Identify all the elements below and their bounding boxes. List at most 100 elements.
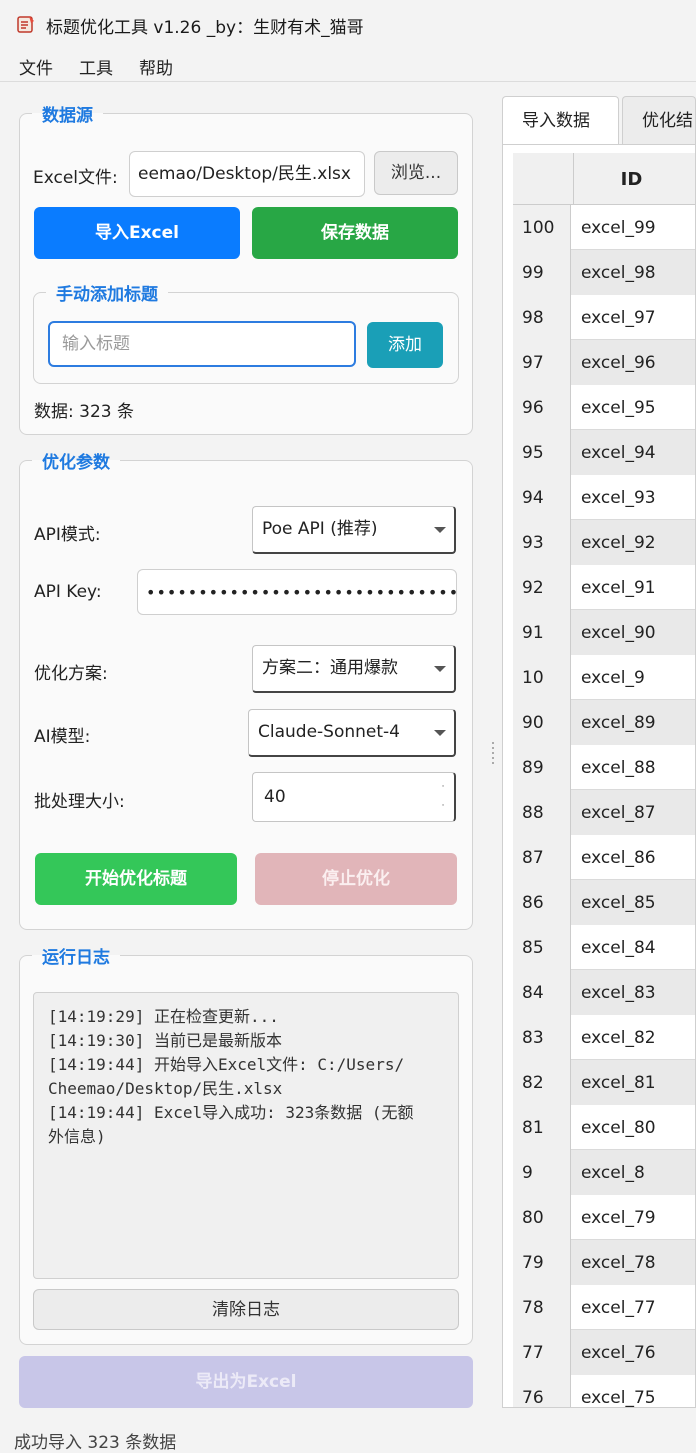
row-number[interactable]: 92 <box>513 565 571 610</box>
row-number[interactable]: 95 <box>513 430 571 475</box>
row-number[interactable]: 10 <box>513 655 571 700</box>
table-row[interactable]: 83 excel_82 <box>513 1015 695 1060</box>
id-cell[interactable]: excel_92 <box>571 520 695 565</box>
row-number[interactable]: 83 <box>513 1015 571 1060</box>
table-row[interactable]: 85 excel_84 <box>513 925 695 970</box>
id-cell[interactable]: excel_8 <box>571 1150 695 1195</box>
title-input[interactable]: 输入标题 <box>48 321 356 367</box>
table-row[interactable]: 84 excel_83 <box>513 970 695 1015</box>
id-cell[interactable]: excel_9 <box>571 655 695 700</box>
api-key-field[interactable]: •••••••••••••••••••••••••••••• <box>137 569 457 615</box>
table-row[interactable]: 97 excel_96 <box>513 340 695 385</box>
row-number[interactable]: 79 <box>513 1240 571 1285</box>
table-row[interactable]: 87 excel_86 <box>513 835 695 880</box>
spin-up-icon[interactable]: · <box>438 782 448 792</box>
start-optimize-button[interactable]: 开始优化标题 <box>35 853 237 905</box>
table-row[interactable]: 95 excel_94 <box>513 430 695 475</box>
row-number[interactable]: 81 <box>513 1105 571 1150</box>
table-row[interactable]: 80 excel_79 <box>513 1195 695 1240</box>
id-cell[interactable]: excel_89 <box>571 700 695 745</box>
id-cell[interactable]: excel_75 <box>571 1375 695 1407</box>
table-row[interactable]: 99 excel_98 <box>513 250 695 295</box>
table-row[interactable]: 100 excel_99 <box>513 205 695 250</box>
row-number[interactable]: 96 <box>513 385 571 430</box>
id-cell[interactable]: excel_91 <box>571 565 695 610</box>
log-output[interactable]: [14:19:29] 正在检查更新... [14:19:30] 当前已是最新版本… <box>33 992 459 1279</box>
row-number[interactable]: 100 <box>513 205 571 250</box>
id-cell[interactable]: excel_82 <box>571 1015 695 1060</box>
table-row[interactable]: 90 excel_89 <box>513 700 695 745</box>
id-cell[interactable]: excel_88 <box>571 745 695 790</box>
export-excel-button[interactable]: 导出为Excel <box>19 1356 473 1408</box>
id-cell[interactable]: excel_97 <box>571 295 695 340</box>
id-cell[interactable]: excel_94 <box>571 430 695 475</box>
row-number[interactable]: 91 <box>513 610 571 655</box>
id-cell[interactable]: excel_95 <box>571 385 695 430</box>
id-cell[interactable]: excel_96 <box>571 340 695 385</box>
splitter-handle[interactable] <box>492 742 496 767</box>
table-row[interactable]: 92 excel_91 <box>513 565 695 610</box>
spin-down-icon[interactable]: · <box>438 801 448 811</box>
add-title-button[interactable]: 添加 <box>367 322 443 368</box>
id-cell[interactable]: excel_78 <box>571 1240 695 1285</box>
id-cell[interactable]: excel_79 <box>571 1195 695 1240</box>
id-cell[interactable]: excel_84 <box>571 925 695 970</box>
table-row[interactable]: 89 excel_88 <box>513 745 695 790</box>
id-cell[interactable]: excel_98 <box>571 250 695 295</box>
id-cell[interactable]: excel_87 <box>571 790 695 835</box>
row-number[interactable]: 82 <box>513 1060 571 1105</box>
menu-file[interactable]: 文件 <box>19 54 53 79</box>
row-number[interactable]: 98 <box>513 295 571 340</box>
row-number[interactable]: 77 <box>513 1330 571 1375</box>
plan-select[interactable]: 方案二：通用爆款 <box>252 645 456 693</box>
row-number[interactable]: 84 <box>513 970 571 1015</box>
row-number[interactable]: 85 <box>513 925 571 970</box>
tab-optimize-results[interactable]: 优化结 <box>622 96 696 144</box>
id-cell[interactable]: excel_83 <box>571 970 695 1015</box>
table-row[interactable]: 91 excel_90 <box>513 610 695 655</box>
row-number[interactable]: 94 <box>513 475 571 520</box>
table-row[interactable]: 79 excel_78 <box>513 1240 695 1285</box>
table-row[interactable]: 76 excel_75 <box>513 1375 695 1407</box>
stop-optimize-button[interactable]: 停止优化 <box>255 853 457 905</box>
table-row[interactable]: 81 excel_80 <box>513 1105 695 1150</box>
id-cell[interactable]: excel_77 <box>571 1285 695 1330</box>
row-number[interactable]: 90 <box>513 700 571 745</box>
save-data-button[interactable]: 保存数据 <box>252 207 458 259</box>
excel-path-field[interactable]: eemao/Desktop/民生.xlsx <box>129 151 365 197</box>
table-row[interactable]: 94 excel_93 <box>513 475 695 520</box>
id-cell[interactable]: excel_93 <box>571 475 695 520</box>
api-mode-select[interactable]: Poe API (推荐) <box>252 506 456 554</box>
table-row[interactable]: 96 excel_95 <box>513 385 695 430</box>
import-excel-button[interactable]: 导入Excel <box>34 207 240 259</box>
id-cell[interactable]: excel_99 <box>571 205 695 250</box>
batch-size-spinbox[interactable]: 40 · · <box>252 772 456 822</box>
id-cell[interactable]: excel_85 <box>571 880 695 925</box>
id-cell[interactable]: excel_86 <box>571 835 695 880</box>
model-select[interactable]: Claude-Sonnet-4 <box>248 709 456 757</box>
id-cell[interactable]: excel_90 <box>571 610 695 655</box>
row-number[interactable]: 78 <box>513 1285 571 1330</box>
table-row[interactable]: 77 excel_76 <box>513 1330 695 1375</box>
row-number[interactable]: 9 <box>513 1150 571 1195</box>
table-row[interactable]: 86 excel_85 <box>513 880 695 925</box>
column-header-id[interactable]: ID <box>573 153 695 205</box>
menu-help[interactable]: 帮助 <box>139 54 173 79</box>
row-number[interactable]: 87 <box>513 835 571 880</box>
row-number[interactable]: 88 <box>513 790 571 835</box>
id-cell[interactable]: excel_80 <box>571 1105 695 1150</box>
tab-import-data[interactable]: 导入数据 <box>502 96 619 144</box>
table-row[interactable]: 78 excel_77 <box>513 1285 695 1330</box>
browse-button[interactable]: 浏览... <box>374 151 458 195</box>
row-number[interactable]: 80 <box>513 1195 571 1240</box>
row-number[interactable]: 93 <box>513 520 571 565</box>
row-number[interactable]: 99 <box>513 250 571 295</box>
row-number[interactable]: 97 <box>513 340 571 385</box>
table-row[interactable]: 9 excel_8 <box>513 1150 695 1195</box>
row-number[interactable]: 86 <box>513 880 571 925</box>
id-cell[interactable]: excel_76 <box>571 1330 695 1375</box>
row-number[interactable]: 89 <box>513 745 571 790</box>
menu-tools[interactable]: 工具 <box>79 54 113 79</box>
clear-log-button[interactable]: 清除日志 <box>33 1289 459 1330</box>
table-row[interactable]: 10 excel_9 <box>513 655 695 700</box>
